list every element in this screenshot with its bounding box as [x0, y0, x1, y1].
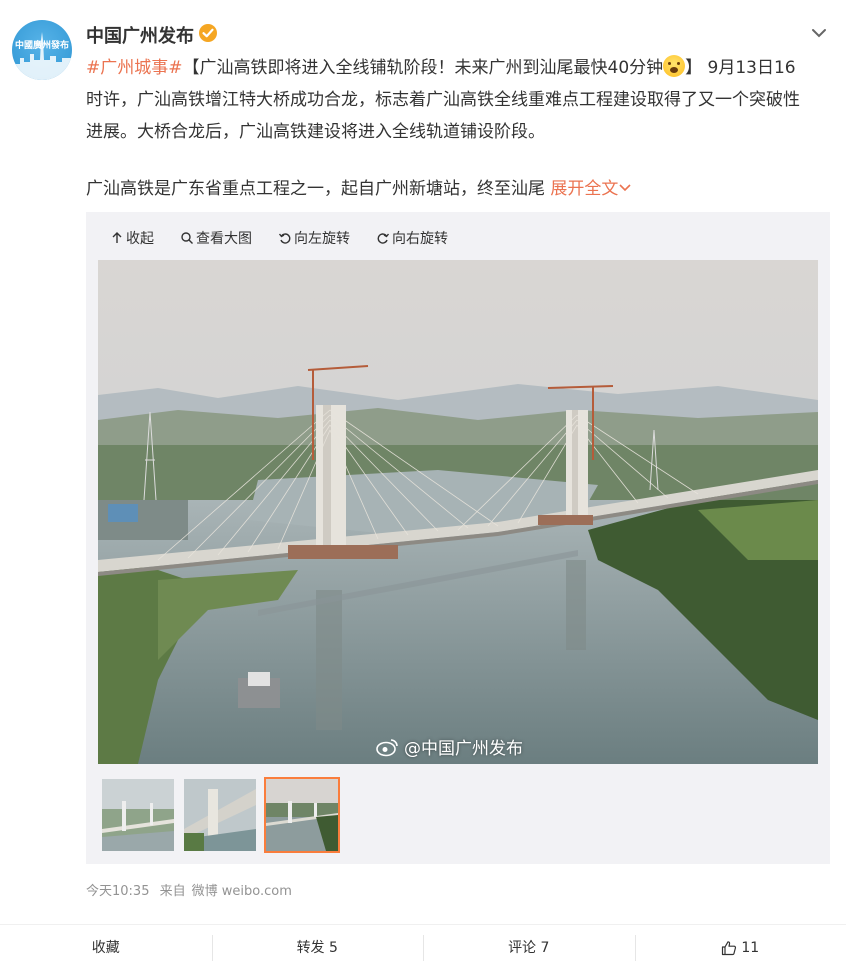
- thumbnail-image: [184, 779, 256, 851]
- chevron-down-icon: [619, 184, 631, 192]
- view-large-button[interactable]: 查看大图: [180, 228, 252, 248]
- thumbnail-image: [266, 779, 338, 851]
- post-paragraph-2-text: 广汕高铁是广东省重点工程之一，起自广州新塘站，终至汕尾: [86, 179, 545, 199]
- thumbnail-strip: [100, 777, 340, 853]
- favorite-button[interactable]: 收藏: [0, 933, 212, 963]
- media-toolbar: 收起 查看大图 向左旋转 向右旋转: [110, 228, 474, 248]
- rotate-right-icon: [377, 233, 390, 244]
- expand-full-text-link[interactable]: 展开全文: [550, 179, 632, 199]
- post-body-line: 时许，广汕高铁增江特大桥成功合龙，标志着广汕高铁全线重难点工程建设取得了又一个突…: [86, 90, 800, 110]
- rotate-left-icon: [278, 233, 291, 244]
- view-large-label: 查看大图: [196, 231, 252, 247]
- rotate-left-label: 向左旋转: [294, 231, 350, 247]
- favorite-label: 收藏: [91, 940, 120, 956]
- collapse-label: 收起: [126, 231, 154, 247]
- verified-badge-icon: [199, 24, 217, 42]
- repost-button[interactable]: 转发 5: [211, 933, 424, 963]
- search-icon: [181, 232, 193, 244]
- thumbnail-image: [102, 779, 174, 851]
- hashtag-link[interactable]: #广州城事#: [86, 58, 183, 78]
- comment-button[interactable]: 评论 7: [423, 933, 635, 963]
- source-prefix: 来自: [159, 884, 186, 899]
- like-button[interactable]: 11: [634, 933, 846, 963]
- repost-label: 转发 5: [296, 940, 338, 956]
- avatar-text: 中國廣州發布: [14, 41, 69, 51]
- thumbnail-1[interactable]: [100, 777, 176, 853]
- post-body-line: 进展。大桥合龙后，广汕高铁建设将进入全线轨道铺设阶段。: [86, 122, 545, 142]
- author-name[interactable]: 中国广州发布: [86, 22, 194, 48]
- rotate-left-button[interactable]: 向左旋转: [278, 228, 350, 248]
- expand-label: 展开全文: [550, 179, 619, 199]
- arrow-up-icon: [112, 232, 122, 243]
- watermark-text: @中国广州发布: [404, 739, 523, 759]
- chevron-down-icon[interactable]: [810, 24, 828, 42]
- thumbs-up-icon: [722, 941, 737, 956]
- collapse-button[interactable]: 收起: [110, 228, 154, 248]
- photo-watermark: @中国广州发布: [376, 734, 523, 759]
- post-headline: 【广汕高铁即将进入全线铺轨阶段！未来广州到汕尾最快40分钟: [182, 58, 664, 78]
- rotate-right-label: 向右旋转: [392, 231, 448, 247]
- like-count: 11: [741, 940, 760, 956]
- thumbnail-3[interactable]: [264, 777, 340, 853]
- post-lead-inline: 9月13日16: [707, 58, 796, 78]
- post-content: #广州城事#【广汕高铁即将进入全线铺轨阶段！未来广州到汕尾最快40分钟 】 9月1…: [86, 52, 816, 148]
- thumbnail-2[interactable]: [182, 777, 258, 853]
- media-panel: 收起 查看大图 向左旋转 向右旋转 @中国广州发布: [86, 212, 830, 864]
- comment-label: 评论 7: [508, 940, 550, 956]
- divider: [0, 924, 846, 925]
- post-meta: 今天10:35 来自 微博 weibo.com: [86, 880, 298, 899]
- post-paragraph-2: 广汕高铁是广东省重点工程之一，起自广州新塘站，终至汕尾 展开全文: [86, 174, 632, 199]
- avatar[interactable]: 中國廣州發布: [12, 20, 72, 80]
- post-source[interactable]: 微博 weibo.com: [192, 884, 292, 899]
- post-headline-close: 】: [685, 58, 703, 78]
- rotate-right-button[interactable]: 向右旋转: [376, 228, 448, 248]
- action-bar: 收藏 转发 5 评论 7 11: [0, 933, 846, 963]
- weibo-logo-icon: [376, 738, 398, 756]
- surprised-emoji-icon: [663, 55, 686, 77]
- main-photo[interactable]: @中国广州发布: [98, 260, 818, 764]
- bridge-photo-image: [98, 260, 818, 764]
- post-time[interactable]: 今天10:35: [86, 884, 149, 899]
